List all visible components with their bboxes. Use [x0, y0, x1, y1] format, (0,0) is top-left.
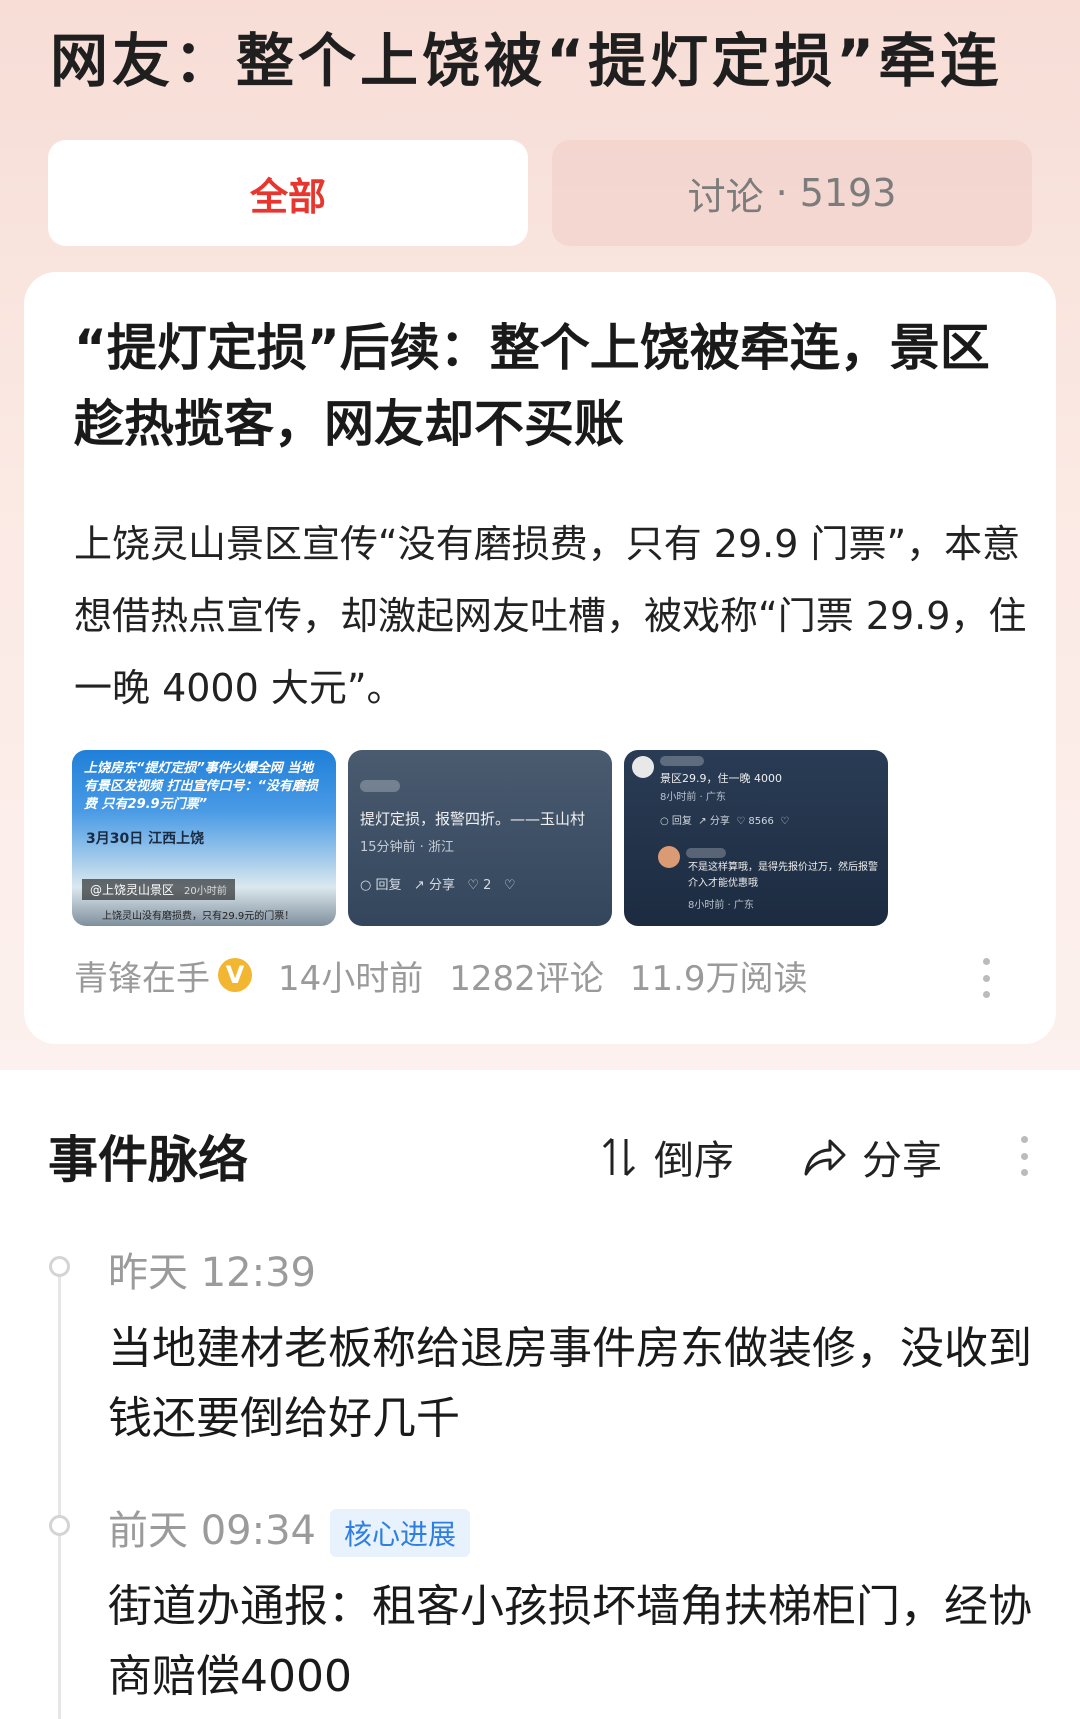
reverse-order-label: 倒序 [654, 1138, 734, 1184]
tab-all-label: 全部 [249, 174, 326, 219]
tab-discuss-count: 5193 [799, 171, 897, 215]
heart-icon: ♡ [736, 816, 746, 827]
thumbnail-1-footer: 上饶灵山没有磨损费，只有29.9元的门票！ [102, 911, 295, 922]
dislike-icon: ♡ [503, 878, 516, 893]
thumbnail-2-actions: ○ 回复 ↗ 分享 ♡ 2 ♡ [360, 874, 516, 893]
reply-icon: ○ [360, 878, 372, 893]
thumbnail-1-source: @上饶灵山景区 20小时前 [82, 879, 235, 900]
timeline-dot [49, 1515, 70, 1536]
avatar [658, 846, 680, 868]
thumbnail-3-reply-comment: 不是这样算哦，是得先报价过万，然后报警介入才能优惠哦 [688, 862, 878, 889]
thumbnail-3[interactable]: 景区29.9，住一晚 4000 8小时前 · 广东 ○ 回复 ↗ 分享 ♡ 85… [624, 750, 888, 926]
comment-count: 1282评论 [449, 958, 604, 999]
article-meta: 青锋在手 V 14小时前 1282评论 11.9万阅读 [74, 950, 1034, 1000]
blurred-username [360, 780, 400, 792]
heart-icon: ♡ [467, 878, 480, 893]
share-icon [804, 1139, 846, 1176]
thumbnail-2-reply: 回复 [375, 878, 402, 893]
tab-discuss-label: 讨论 [687, 174, 764, 219]
thumbnail-1-headline: 上饶房东“提灯定损”事件火爆全网 当地有景区发视频 打出宣传口号：“没有磨损费 … [84, 761, 318, 812]
thumbnail-3-likes: 8566 [748, 816, 774, 827]
core-progress-badge: 核心进展 [330, 1509, 471, 1557]
event-text[interactable]: 当地建材老板称给退房事件房东做装修，没收到钱还要倒给好几千 [108, 1314, 1038, 1454]
article-summary: 上饶灵山景区宣传“没有磨损费，只有 29.9 门票”，本意想借热点宣传，却激起网… [74, 522, 1027, 710]
tab-separator: · [775, 171, 788, 215]
thumbnail-3-share: 分享 [709, 816, 730, 827]
thumbnail-1-source-name: @上饶灵山景区 [90, 883, 175, 897]
sort-icon [602, 1137, 636, 1177]
thumbnail-3-actions: ○ 回复 ↗ 分享 ♡ 8566 ♡ [660, 812, 789, 827]
more-options-icon[interactable] [982, 958, 990, 998]
page-title: 网友：整个上饶被“提灯定损”牵连 [50, 27, 1003, 95]
event-time: 前天 09:34 核心进展 [108, 1498, 471, 1557]
article-card[interactable]: “提灯定损”后续：整个上饶被牵连，景区趁热揽客，网友却不买账 上饶灵山景区宣传“… [24, 272, 1056, 1044]
thumbnail-1[interactable]: 上饶房东“提灯定损”事件火爆全网 当地有景区发视频 打出宣传口号：“没有磨损费 … [72, 750, 336, 926]
thumbnail-2-comment: 提灯定损，报警四折。——玉山村 [360, 810, 586, 828]
thumbnail-2-meta: 15分钟前 · 浙江 [360, 840, 454, 855]
share-button[interactable]: 分享 [802, 1128, 942, 1186]
read-count: 11.9万阅读 [629, 958, 808, 999]
thumbnail-2-likes: 2 [483, 878, 492, 893]
blurred-username [686, 848, 726, 858]
author-name[interactable]: 青锋在手 [74, 951, 210, 1000]
timeline-dot [49, 1256, 70, 1277]
thumbnail-1-time: 20小时前 [184, 886, 227, 897]
dislike-icon: ♡ [780, 816, 790, 827]
thumbnail-2-share: 分享 [428, 878, 455, 893]
event-time: 昨天 12:39 [108, 1240, 316, 1298]
tab-all[interactable]: 全部 [48, 140, 528, 246]
reverse-order-button[interactable]: 倒序 [600, 1128, 734, 1186]
publish-time: 14小时前 [278, 958, 424, 999]
event-text[interactable]: 街道办通报：租客小孩损坏墙角扶梯柜门，经协商赔偿4000 [108, 1572, 1038, 1712]
share-label: 分享 [862, 1138, 942, 1184]
event-time-text: 前天 09:34 [108, 1508, 316, 1554]
timeline-line [58, 1264, 61, 1719]
thumbnail-3-meta: 8小时前 · 广东 [660, 792, 726, 803]
thumbnail-3-reply: 回复 [671, 816, 692, 827]
verified-icon: V [218, 958, 252, 992]
more-options-icon[interactable] [1020, 1136, 1028, 1176]
tab-discuss[interactable]: 讨论 · 5193 [552, 140, 1032, 246]
reply-icon: ○ [660, 816, 669, 827]
avatar [632, 756, 654, 778]
blurred-username [660, 756, 704, 766]
thumbnail-1-date: 3月30日 江西上饶 [86, 831, 205, 847]
thumbnail-3-reply-meta: 8小时前 · 广东 [688, 900, 754, 911]
thumbnail-3-comment: 景区29.9，住一晚 4000 [660, 772, 782, 785]
share-icon: ↗ [698, 816, 707, 827]
thumbnail-2[interactable]: 提灯定损，报警四折。——玉山村 15分钟前 · 浙江 ○ 回复 ↗ 分享 ♡ 2… [348, 750, 612, 926]
timeline-title: 事件脉络 [48, 1131, 248, 1189]
event-time-text: 昨天 12:39 [108, 1250, 316, 1296]
share-icon: ↗ [413, 878, 425, 893]
article-title[interactable]: “提灯定损”后续：整个上饶被牵连，景区趁热揽客，网友却不买账 [74, 310, 1014, 462]
